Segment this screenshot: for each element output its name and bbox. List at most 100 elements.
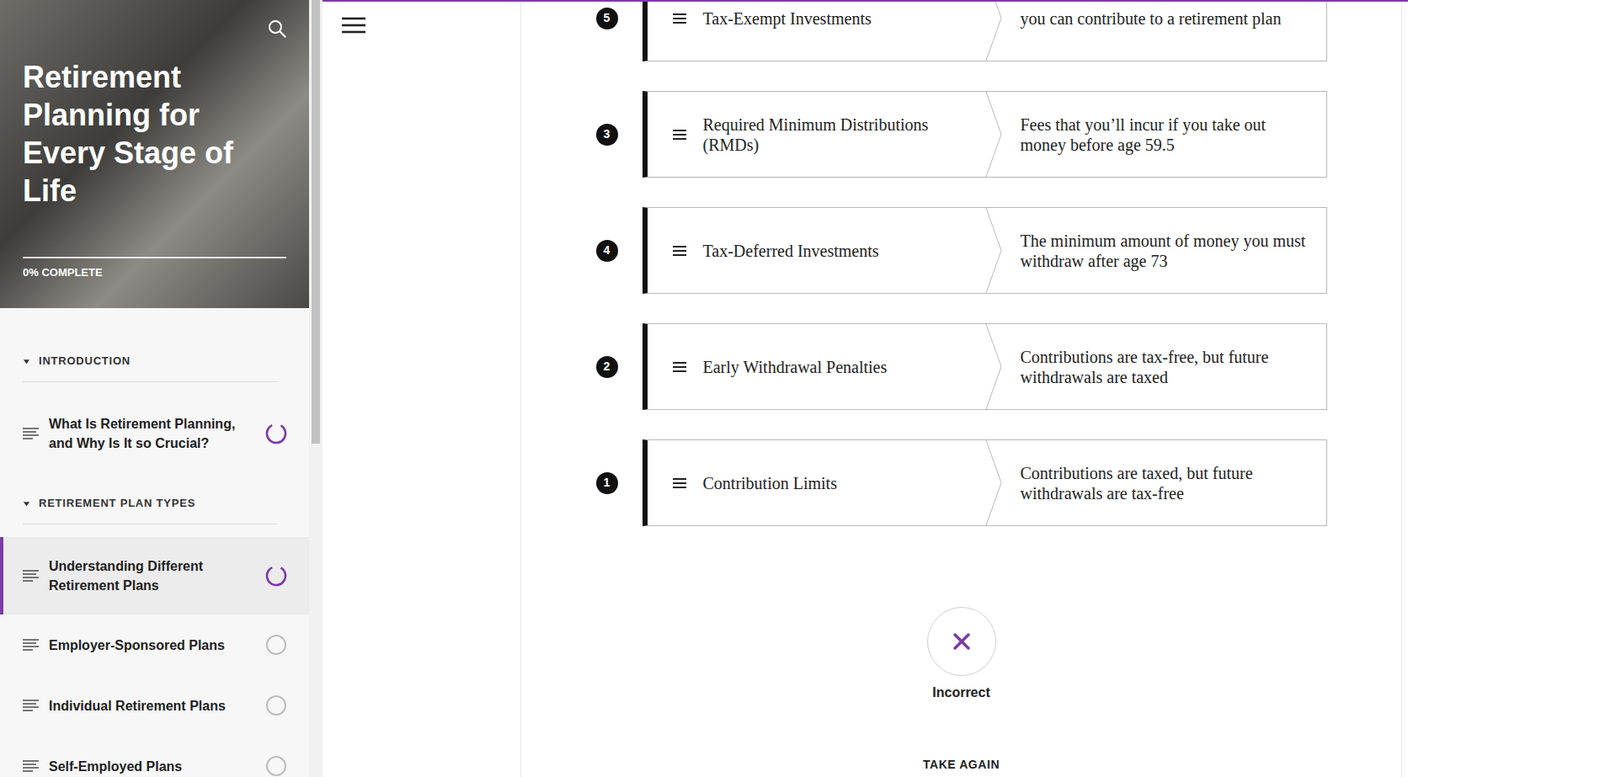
- nav-section: RETIREMENT PLAN TYPES Understanding Diffe…: [0, 484, 310, 777]
- section-lessons: What Is Retirement Planning, and Why Is …: [0, 382, 310, 473]
- section-title: INTRODUCTION: [38, 354, 131, 368]
- sidebar: Retirement Planning for Every Stage of L…: [0, 0, 323, 777]
- lesson-progress-fill: [322, 0, 1408, 2]
- draggable-term[interactable]: Tax-Exempt Investments: [647, 0, 986, 61]
- lesson-text-icon: [22, 639, 39, 651]
- section-header[interactable]: INTRODUCTION: [22, 341, 278, 383]
- matching-row: 5 Tax-Exempt Investments you can contribut…: [596, 0, 1328, 62]
- matching-pair: Tax-Deferred Investments The minimum amou…: [642, 207, 1328, 294]
- matching-row: 1 Contribution Limits Contributions are ta…: [596, 439, 1328, 527]
- section-lessons: Understanding Different Retirement Plans…: [0, 524, 310, 777]
- draggable-term[interactable]: Tax-Deferred Investments: [647, 208, 986, 294]
- draggable-term[interactable]: Early Withdrawal Penalties: [647, 324, 986, 410]
- definition-label: Contributions are tax-free, but future w…: [1020, 346, 1317, 388]
- drag-handle-icon: [672, 12, 687, 25]
- definition-label: Fees that you’ll incur if you take out m…: [1020, 114, 1317, 155]
- order-badge: 5: [596, 7, 619, 30]
- lesson-text-icon: [22, 760, 39, 773]
- lesson-item[interactable]: What Is Retirement Planning, and Why Is …: [0, 394, 310, 473]
- progress-ring-icon: [265, 755, 288, 777]
- order-badge: 4: [596, 240, 619, 262]
- result-badge: [927, 607, 997, 677]
- section-title: RETIREMENT PLAN TYPES: [38, 496, 196, 511]
- pair-divider: [985, 440, 1003, 526]
- drag-handle-icon: [672, 477, 687, 490]
- term-label: Tax-Exempt Investments: [703, 8, 872, 29]
- lesson-title: Employer-Sponsored Plans: [48, 635, 256, 656]
- matching-pair: Early Withdrawal Penalties Contributions …: [642, 323, 1328, 411]
- course-progress-label: 0% COMPLETE: [22, 266, 287, 280]
- search-icon[interactable]: [267, 19, 287, 38]
- chevron-icon: [985, 91, 1003, 177]
- caret-icon: [22, 357, 31, 366]
- cross-icon: [951, 631, 972, 652]
- chevron-icon: [985, 324, 1003, 410]
- pair-divider: [985, 0, 1003, 61]
- drag-handle-icon: [672, 245, 687, 257]
- term-label: Tax-Deferred Investments: [703, 240, 880, 262]
- lesson-title: Individual Retirement Plans: [48, 696, 256, 716]
- sidebar-content: Retirement Planning for Every Stage of L…: [0, 0, 310, 777]
- matching-pair: Tax-Exempt Investments you can contribute…: [642, 0, 1328, 62]
- lesson-item[interactable]: Employer-Sponsored Plans: [0, 614, 310, 676]
- drag-handle-icon: [672, 361, 687, 374]
- lesson-item[interactable]: Self-Employed Plans: [0, 736, 310, 777]
- order-badge: 2: [596, 356, 619, 379]
- chevron-icon: [985, 0, 1003, 61]
- matching-row: 4 Tax-Deferred Investments The minimum amo…: [596, 207, 1328, 294]
- sidebar-scrollbar[interactable]: [309, 0, 323, 777]
- term-label: Contribution Limits: [703, 473, 838, 494]
- scrollbar-thumb[interactable]: [311, 0, 320, 444]
- pair-divider: [985, 208, 1003, 294]
- take-again-button[interactable]: TAKE AGAIN: [919, 757, 1003, 773]
- lesson-item[interactable]: Understanding Different Retirement Plans: [0, 537, 310, 615]
- definition-label: you can contribute to a retirement plan: [1020, 8, 1282, 29]
- lesson-column: 5 Tax-Exempt Investments you can contribut…: [520, 0, 1403, 777]
- term-label: Early Withdrawal Penalties: [703, 357, 888, 378]
- definition-cell: The minimum amount of money you must wit…: [1002, 208, 1327, 294]
- definition-cell: you can contribute to a retirement plan: [1002, 0, 1327, 61]
- lesson-text-icon: [22, 427, 39, 440]
- progress-ring-icon: [265, 422, 288, 445]
- definition-cell: Fees that you’ll incur if you take out m…: [1002, 91, 1327, 177]
- drag-handle-icon: [672, 128, 687, 141]
- matching-row: 2 Early Withdrawal Penalties Contributions…: [596, 323, 1328, 411]
- lesson-area: 5 Tax-Exempt Investments you can contribut…: [322, 0, 1600, 777]
- caret-icon: [22, 500, 31, 508]
- section-header[interactable]: RETIREMENT PLAN TYPES: [22, 484, 278, 525]
- definition-cell: Contributions are tax-free, but future w…: [1002, 324, 1327, 410]
- lesson-title: Understanding Different Retirement Plans: [48, 556, 256, 596]
- lesson-title: What Is Retirement Planning, and Why Is …: [48, 414, 256, 454]
- pair-divider: [985, 91, 1003, 177]
- result-label: Incorrect: [932, 684, 990, 702]
- lesson-progress-bar: [322, 0, 1600, 2]
- progress-ring-icon: [265, 634, 288, 656]
- order-badge: 1: [596, 472, 619, 495]
- draggable-term[interactable]: Contribution Limits: [647, 440, 986, 526]
- lesson-text-icon: [22, 570, 39, 582]
- matching-list: 5 Tax-Exempt Investments you can contribut…: [596, 0, 1328, 527]
- hamburger-icon: [341, 15, 367, 36]
- lesson-nav: INTRODUCTION What Is Retirement Planning,…: [0, 308, 310, 777]
- lesson-text-icon: [22, 699, 39, 712]
- lesson-title: Self-Employed Plans: [48, 757, 256, 777]
- definition-cell: Contributions are taxed, but future with…: [1002, 440, 1327, 526]
- definition-label: Contributions are taxed, but future with…: [1020, 463, 1317, 504]
- chevron-icon: [985, 440, 1003, 526]
- menu-button[interactable]: [341, 14, 367, 35]
- course-title: Retirement Planning for Every Stage of L…: [22, 58, 276, 210]
- order-badge: 3: [596, 123, 619, 146]
- term-label: Required Minimum Distributions (RMDs): [703, 114, 977, 155]
- lesson-item[interactable]: Individual Retirement Plans: [0, 675, 310, 736]
- matching-row: 3 Required Minimum Distributions (RMDs) Fe…: [596, 90, 1328, 178]
- draggable-term[interactable]: Required Minimum Distributions (RMDs): [647, 91, 986, 177]
- chevron-icon: [985, 208, 1003, 294]
- nav-section: INTRODUCTION What Is Retirement Planning,…: [0, 341, 310, 473]
- matching-pair: Contribution Limits Contributions are tax…: [642, 439, 1328, 527]
- matching-pair: Required Minimum Distributions (RMDs) Fee…: [642, 90, 1328, 178]
- progress-ring-icon: [265, 694, 288, 717]
- course-header: Retirement Planning for Every Stage of L…: [0, 0, 310, 309]
- course-progress-bar: [22, 256, 287, 259]
- progress-ring-icon: [265, 565, 288, 587]
- pair-divider: [985, 324, 1003, 410]
